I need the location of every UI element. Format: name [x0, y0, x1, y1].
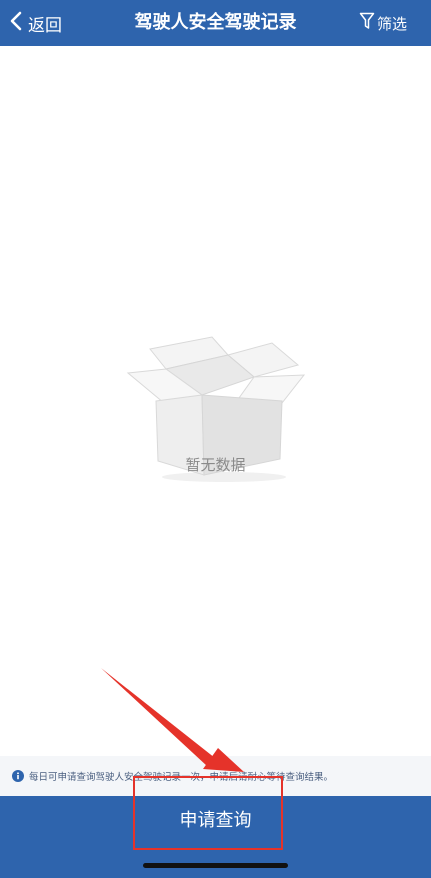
screen: 返回 驾驶人安全驾驶记录 筛选 暂无数据 每日可申请查询驾驶人安全驾驶记录一次，…	[0, 0, 431, 878]
records-list-area: 暂无数据	[0, 46, 431, 756]
info-icon	[12, 767, 24, 786]
header-bar: 返回 驾驶人安全驾驶记录 筛选	[0, 0, 431, 46]
apply-query-button[interactable]: 申请查询	[0, 796, 431, 846]
notice-bar: 每日可申请查询驾驶人安全驾驶记录一次，申请后请耐心等待查询结果。	[0, 756, 431, 796]
chevron-left-icon	[10, 11, 22, 35]
funnel-icon	[359, 12, 375, 34]
notice-text: 每日可申请查询驾驶人安全驾驶记录一次，申请后请耐心等待查询结果。	[29, 772, 334, 783]
footer-bar: 申请查询	[0, 796, 431, 878]
back-label: 返回	[28, 15, 62, 36]
filter-label: 筛选	[376, 14, 407, 33]
filter-button[interactable]: 筛选	[359, 0, 407, 46]
back-button[interactable]: 返回	[10, 0, 62, 46]
empty-state-text: 暂无数据	[185, 456, 246, 474]
home-indicator	[143, 863, 288, 868]
